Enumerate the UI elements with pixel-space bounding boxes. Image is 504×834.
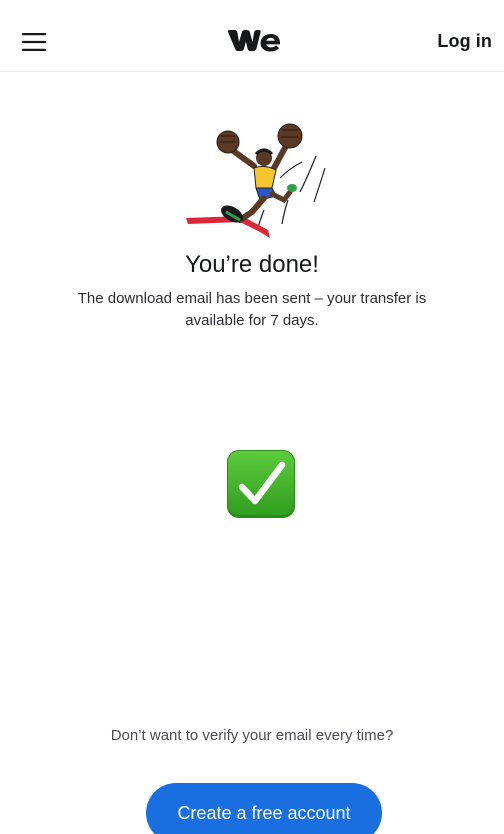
create-free-account-button[interactable]: Create a free account xyxy=(146,783,382,834)
hamburger-menu-icon xyxy=(22,33,46,51)
green-check-mark-icon xyxy=(227,450,295,518)
verify-email-prompt: Don’t want to verify your email every ti… xyxy=(110,727,394,744)
transfer-complete-page: Log in You’re done! The download email h… xyxy=(0,0,504,834)
page-title: You’re done! xyxy=(185,251,319,278)
celebrating-runner-finish-line-illustration xyxy=(186,123,326,238)
check-mark-glyph-icon xyxy=(238,461,286,505)
wetransfer-logo-icon[interactable] xyxy=(226,28,282,54)
menu-button[interactable] xyxy=(22,24,66,60)
top-nav-bar: Log in xyxy=(0,0,504,72)
login-link[interactable]: Log in xyxy=(437,31,492,52)
confirmation-message: The download email has been sent – your … xyxy=(77,290,427,329)
